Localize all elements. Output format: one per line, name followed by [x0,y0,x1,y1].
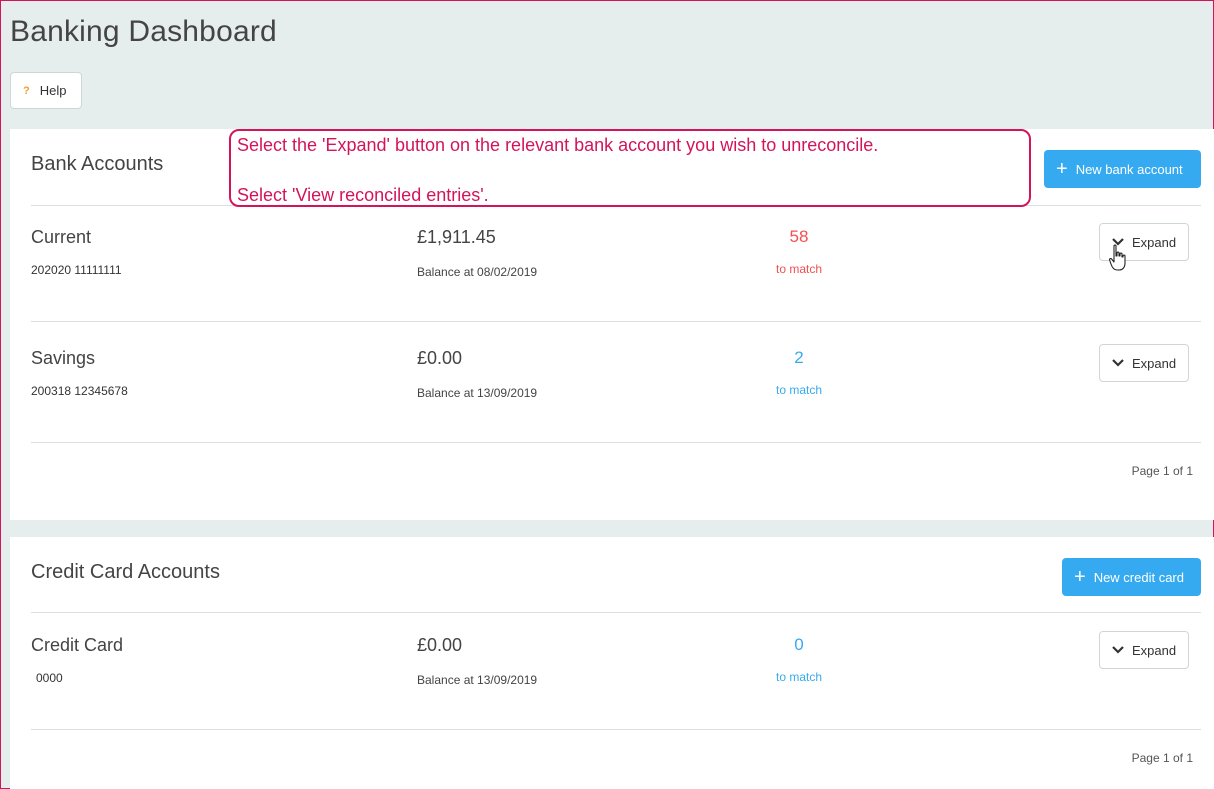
help-label: Help [39,83,67,98]
account-name: Savings [31,348,96,368]
hand-pointer-icon [1109,244,1126,271]
match-label[interactable]: to match [749,670,849,684]
new-bank-account-button[interactable]: + New bank account [1044,150,1201,188]
divider [31,442,1201,443]
divider [31,321,1201,322]
account-row-savings: Savings 200318 12345678 £0.00 Balance at… [10,326,1214,442]
credit-card-accounts-panel: Credit Card Accounts + New credit card C… [10,537,1214,789]
account-name: Credit Card [31,635,124,655]
expand-button-credit-card[interactable]: Expand [1099,631,1189,669]
match-count[interactable]: 0 [749,635,849,655]
expand-button-savings[interactable]: Expand [1099,344,1189,382]
pagination: Page 1 of 1 [1131,464,1193,478]
chevron-down-icon [1112,359,1124,367]
account-balance-amount: £0.00 [417,348,463,368]
account-name: Current [31,227,92,247]
callout-line-1: Select the 'Expand' button on the releva… [237,135,879,155]
account-row-current: Current 202020 11111111 £1,911.45 Balanc… [10,205,1214,321]
question-icon: ? [23,84,30,97]
page-title: Banking Dashboard [10,15,277,48]
match-label[interactable]: to match [749,383,849,397]
account-balance-amount: £1,911.45 [417,227,496,247]
balance-date: Balance at 13/09/2019 [417,386,538,400]
account-number: 0000 [36,671,63,685]
match-count[interactable]: 2 [749,348,849,368]
account-number: 202020 11111111 [31,263,122,277]
expand-label: Expand [1132,234,1177,250]
match-count[interactable]: 58 [749,227,849,247]
new-bank-account-label: New bank account [1075,161,1183,177]
balance-date: Balance at 13/09/2019 [417,673,538,687]
account-row-credit-card: Credit Card 0000 £0.00 Balance at 13/09/… [10,613,1214,729]
callout-line-2: Select 'View reconciled entries'. [237,185,489,205]
new-credit-card-label: New credit card [1093,569,1184,585]
bank-accounts-title: Bank Accounts [31,153,164,175]
expand-label: Expand [1132,355,1177,371]
help-button[interactable]: ? Help [10,72,82,109]
chevron-down-icon [1112,646,1124,654]
pagination: Page 1 of 1 [1131,751,1193,765]
plus-icon: + [1074,566,1086,588]
match-label[interactable]: to match [749,262,849,276]
account-balance-amount: £0.00 [417,635,463,655]
plus-icon: + [1056,158,1068,180]
divider [31,729,1201,730]
instruction-callout: Select the 'Expand' button on the releva… [229,129,1031,207]
account-number: 200318 12345678 [31,384,128,398]
new-credit-card-button[interactable]: + New credit card [1062,558,1201,596]
expand-label: Expand [1132,642,1177,658]
credit-card-accounts-title: Credit Card Accounts [31,561,220,583]
balance-date: Balance at 08/02/2019 [417,265,538,279]
